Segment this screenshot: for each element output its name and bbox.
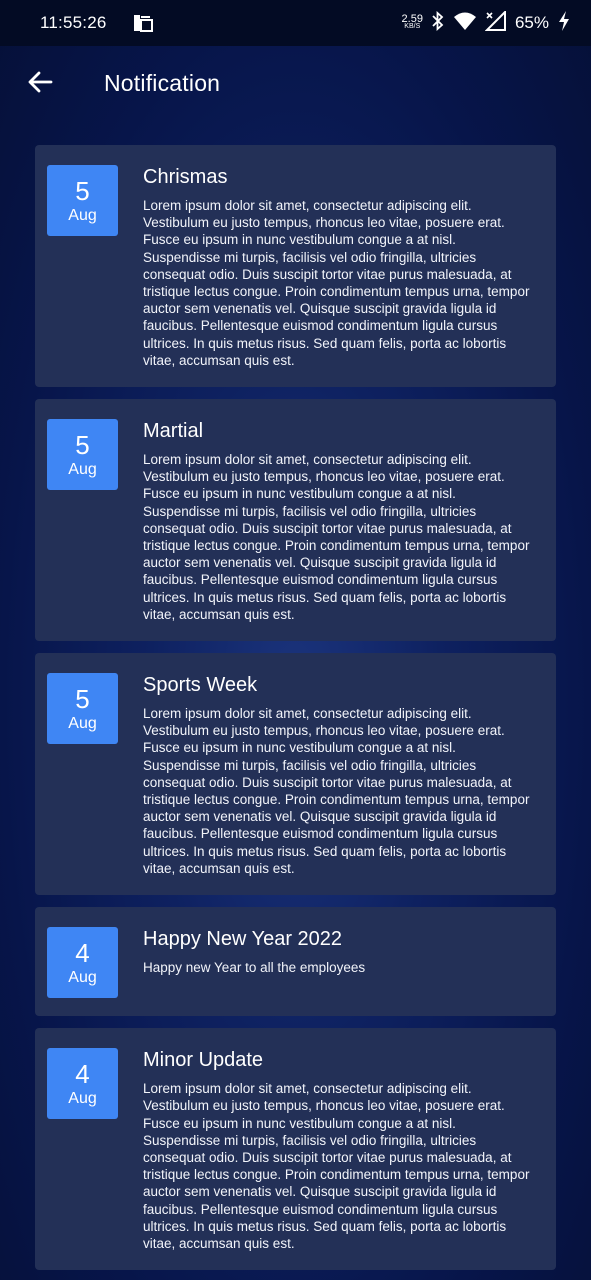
date-month: Aug bbox=[68, 206, 97, 224]
date-month: Aug bbox=[68, 1089, 97, 1107]
network-speed-unit: KB/S bbox=[404, 23, 421, 30]
date-badge: 4 Aug bbox=[47, 927, 118, 999]
notification-card[interactable]: 5 Aug Martial Lorem ipsum dolor sit amet… bbox=[35, 399, 556, 642]
page-title: Notification bbox=[104, 70, 221, 96]
notification-content: Sports Week Lorem ipsum dolor sit amet, … bbox=[143, 673, 536, 877]
date-day: 4 bbox=[75, 937, 90, 968]
notification-body: Lorem ipsum dolor sit amet, consectetur … bbox=[143, 198, 530, 368]
status-bar: 11:55:26 2.59 KB/S 65% bbox=[0, 0, 591, 46]
battery-charging-icon bbox=[557, 10, 571, 37]
notification-title: Happy New Year 2022 bbox=[143, 928, 343, 951]
date-badge: 5 Aug bbox=[47, 419, 118, 491]
status-time: 11:55:26 bbox=[40, 13, 107, 32]
date-month: Aug bbox=[68, 460, 97, 478]
notification-body: Lorem ipsum dolor sit amet, consectetur … bbox=[143, 1081, 530, 1251]
notification-body: Happy new Year to all the employees bbox=[143, 960, 366, 976]
date-badge: 4 Aug bbox=[47, 1048, 118, 1120]
notification-content: Chrismas Lorem ipsum dolor sit amet, con… bbox=[143, 165, 536, 369]
wifi-icon bbox=[453, 11, 477, 36]
notification-card[interactable]: 4 Aug Minor Update Lorem ipsum dolor sit… bbox=[35, 1028, 556, 1271]
notification-content: Minor Update Lorem ipsum dolor sit amet,… bbox=[143, 1048, 536, 1252]
back-button[interactable] bbox=[24, 68, 56, 100]
app-bar: Notification bbox=[0, 46, 591, 122]
network-speed-value: 2.59 bbox=[401, 13, 423, 25]
notification-body: Lorem ipsum dolor sit amet, consectetur … bbox=[143, 452, 530, 622]
notification-title: Minor Update bbox=[143, 1049, 264, 1072]
date-month: Aug bbox=[68, 714, 97, 732]
date-day: 5 bbox=[75, 175, 90, 206]
date-day: 4 bbox=[75, 1058, 90, 1089]
battery-percent: 65% bbox=[514, 13, 549, 32]
notification-content: Happy New Year 2022 Happy new Year to al… bbox=[143, 927, 536, 998]
notification-title: Sports Week bbox=[143, 674, 258, 697]
date-day: 5 bbox=[75, 683, 90, 714]
notification-content: Martial Lorem ipsum dolor sit amet, cons… bbox=[143, 419, 536, 623]
date-day: 5 bbox=[75, 429, 90, 460]
notification-list: 5 Aug Chrismas Lorem ipsum dolor sit ame… bbox=[35, 145, 556, 1271]
notification-title: Chrismas bbox=[143, 166, 228, 188]
notification-card[interactable]: 4 Aug Happy New Year 2022 Happy new Year… bbox=[35, 907, 556, 1017]
notification-card[interactable]: 5 Aug Sports Week Lorem ipsum dolor sit … bbox=[35, 653, 556, 896]
notification-app-icon bbox=[133, 14, 153, 32]
date-month: Aug bbox=[68, 968, 97, 986]
arrow-left-icon bbox=[27, 70, 53, 99]
notification-title: Martial bbox=[143, 420, 204, 443]
network-speed: 2.59 KB/S bbox=[401, 13, 423, 31]
notification-card[interactable]: 5 Aug Chrismas Lorem ipsum dolor sit ame… bbox=[35, 145, 556, 388]
signal-icon bbox=[484, 9, 507, 36]
date-badge: 5 Aug bbox=[47, 673, 118, 745]
bluetooth-icon bbox=[431, 10, 445, 36]
date-badge: 5 Aug bbox=[47, 165, 118, 236]
notification-body: Lorem ipsum dolor sit amet, consectetur … bbox=[143, 706, 530, 876]
